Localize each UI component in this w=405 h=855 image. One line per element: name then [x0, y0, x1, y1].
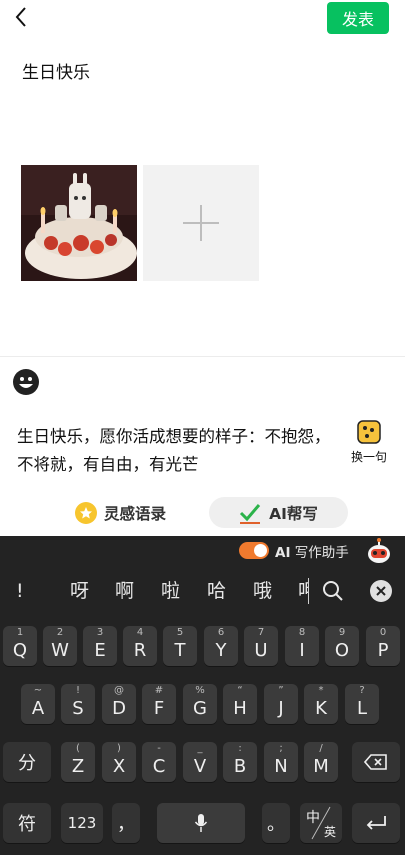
- candidate-item[interactable]: 哈: [207, 574, 226, 608]
- key-w[interactable]: 2W: [43, 626, 77, 666]
- backspace-key[interactable]: [352, 742, 400, 782]
- key-f[interactable]: # F: [142, 684, 176, 724]
- close-icon: [376, 586, 386, 596]
- key-r[interactable]: 4R: [123, 626, 157, 666]
- key-u[interactable]: 7U: [244, 626, 278, 666]
- keyboard: AI 写作助手 ! 呀 啊 啦 哈 哦 呷 1Q 2W 3 E 4 R 5 T …: [0, 536, 405, 855]
- robot-assistant-icon[interactable]: [366, 538, 392, 564]
- enter-key[interactable]: [352, 803, 400, 843]
- publish-button[interactable]: 发表: [327, 2, 389, 34]
- key-z[interactable]: (Z: [61, 742, 95, 782]
- key-e[interactable]: 3E: [83, 626, 117, 666]
- ai-write-button[interactable]: AI帮写: [209, 497, 348, 528]
- dice-icon: [357, 420, 381, 444]
- inspiration-badge-icon: [75, 502, 97, 524]
- emoji-button[interactable]: [12, 368, 40, 396]
- key-p[interactable]: 0P: [366, 626, 400, 666]
- back-button[interactable]: [8, 4, 34, 30]
- checkmark-pen-icon: [240, 503, 261, 524]
- space-key[interactable]: [157, 803, 245, 843]
- key-d[interactable]: @ D: [102, 684, 136, 724]
- key-j[interactable]: ” J: [264, 684, 298, 724]
- key-l[interactable]: ? L: [345, 684, 379, 724]
- add-image-button[interactable]: [143, 165, 259, 281]
- inspiration-label: 灵感语录: [104, 505, 167, 523]
- ai-write-label: AI帮写: [269, 504, 318, 523]
- key-k[interactable]: * K: [304, 684, 338, 724]
- candidate-item[interactable]: 哦: [253, 574, 272, 608]
- lang-switch-key[interactable]: 中 英: [300, 803, 342, 843]
- ai-assistant-label[interactable]: AI 写作助手: [275, 541, 349, 561]
- key-y[interactable]: 6Y: [204, 626, 238, 666]
- key-o[interactable]: 9O: [325, 626, 359, 666]
- key-i[interactable]: 8I: [285, 626, 319, 666]
- key-b[interactable]: :B: [223, 742, 257, 782]
- enter-icon: [366, 816, 386, 830]
- swap-sentence-label: 换一句: [350, 450, 387, 464]
- candidate-divider: [308, 578, 309, 604]
- candidate-item[interactable]: 啦: [161, 574, 180, 608]
- key-c[interactable]: -C: [142, 742, 176, 782]
- key-fu[interactable]: 符: [3, 803, 51, 843]
- candidate-item[interactable]: !: [16, 574, 24, 608]
- cake-photo-thumbnail[interactable]: [21, 165, 137, 281]
- key-s[interactable]: ! S: [61, 684, 95, 724]
- key-m[interactable]: / M: [304, 742, 338, 782]
- candidate-bar: ! 呀 啊 啦 哈 哦 呷: [0, 574, 405, 608]
- smiley-icon: [13, 369, 39, 395]
- key-fen[interactable]: 分: [3, 742, 51, 782]
- plus-icon: [183, 205, 219, 241]
- search-icon[interactable]: [322, 580, 344, 602]
- candidate-item[interactable]: 啊: [115, 574, 134, 608]
- key-t[interactable]: 5T: [163, 626, 197, 666]
- key-h[interactable]: “H: [223, 684, 257, 724]
- chevron-left-icon: [15, 7, 26, 27]
- inspiration-button[interactable]: 灵感语录: [74, 498, 166, 528]
- keyboard-toolbar: AI 写作助手: [0, 536, 405, 566]
- ai-assistant-toggle[interactable]: [239, 542, 269, 559]
- key-v[interactable]: _ V: [183, 742, 217, 782]
- close-candidates-button[interactable]: [370, 580, 392, 602]
- key-n[interactable]: ; N: [264, 742, 298, 782]
- key-comma[interactable]: ，: [112, 803, 140, 843]
- microphone-icon: [194, 814, 208, 832]
- key-q[interactable]: 1Q: [3, 626, 37, 666]
- post-text-input[interactable]: 生日快乐: [22, 58, 90, 83]
- candidate-item[interactable]: 呀: [70, 574, 89, 608]
- key-123[interactable]: 123: [61, 803, 103, 843]
- ai-suggested-text[interactable]: 生日快乐，愿你活成想要的样子：不抱怨，不将就，有自由，有光芒: [17, 423, 337, 479]
- swap-sentence-button[interactable]: 换一句: [345, 420, 393, 470]
- candidate-item[interactable]: 呷: [298, 574, 308, 608]
- key-x[interactable]: ) X: [102, 742, 136, 782]
- divider: [0, 356, 405, 357]
- backspace-icon: [364, 754, 387, 770]
- key-g[interactable]: % G: [183, 684, 217, 724]
- key-period[interactable]: 。: [262, 803, 290, 843]
- key-a[interactable]: ~ A: [21, 684, 55, 724]
